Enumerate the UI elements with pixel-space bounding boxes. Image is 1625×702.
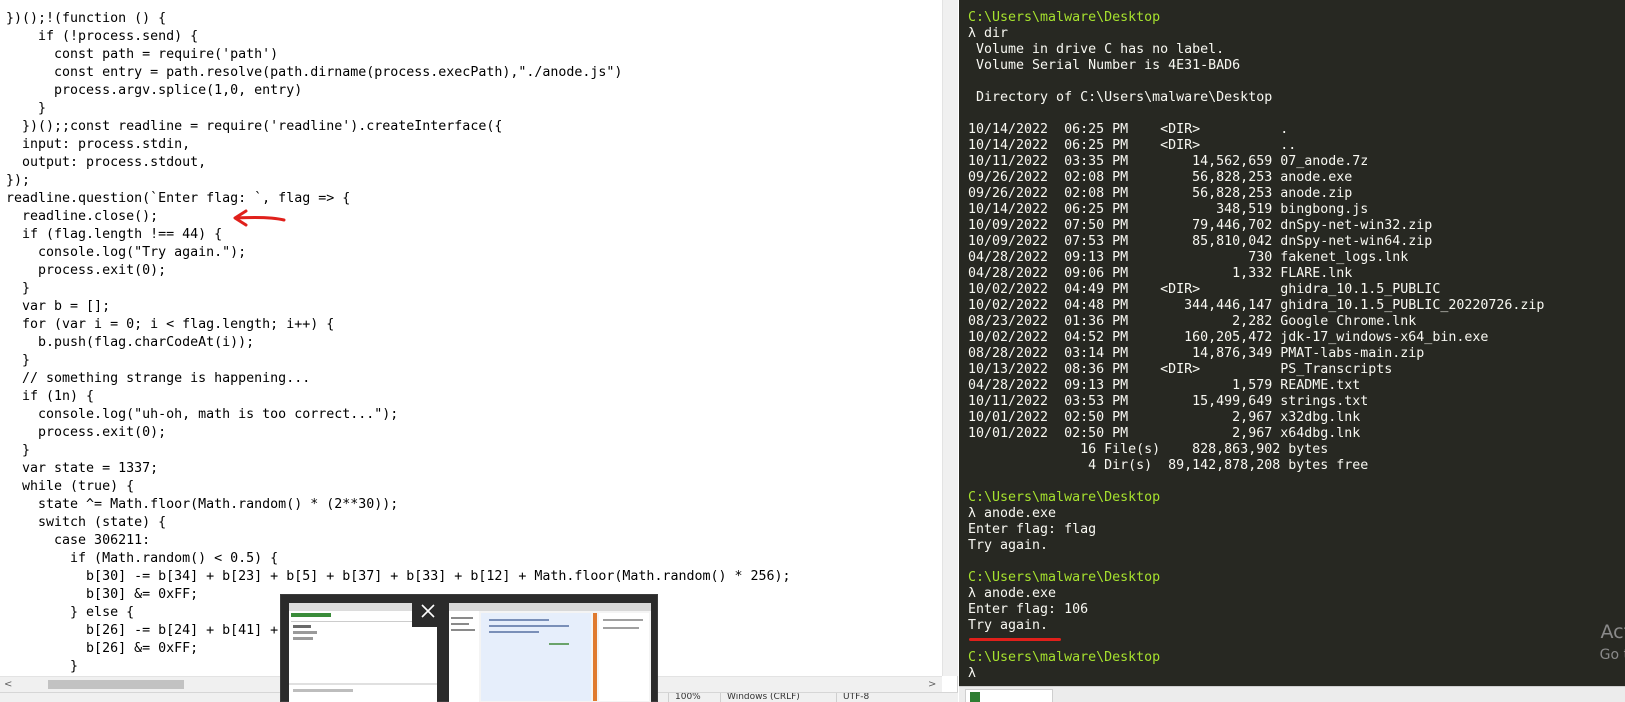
- code-line: }: [6, 443, 31, 458]
- terminal-output-line: 16 File(s) 828,863,902 bytes: [968, 442, 1329, 457]
- taskbar-thumbnail-preview: [280, 594, 658, 702]
- code-line: if (!process.send) {: [6, 29, 199, 44]
- code-line: console.log("uh-oh, math is too correct.…: [6, 407, 399, 422]
- terminal-output-line: 10/09/2022 07:53 PM 85,810,042 dnSpy-net…: [968, 234, 1433, 249]
- code-line: for (var i = 0; i < flag.length; i++) {: [6, 317, 335, 332]
- terminal-output-line: Try again.: [968, 538, 1049, 553]
- code-line: switch (state) {: [6, 515, 167, 530]
- terminal-prompt-path: C:\Users\malware\Desktop: [968, 570, 1161, 585]
- terminal-output-line: 10/14/2022 06:25 PM <DIR> .: [968, 122, 1289, 137]
- terminal-output-line: 10/14/2022 06:25 PM 348,519 bingbong.js: [968, 202, 1369, 217]
- status-encoding: UTF-8: [836, 693, 869, 702]
- thumbnail-close-button[interactable]: [412, 595, 444, 627]
- terminal-output-line: Enter flag: 106: [968, 602, 1089, 617]
- terminal-output-line: 10/01/2022 02:50 PM 2,967 x64dbg.lnk: [968, 426, 1361, 441]
- code-line: readline.question(`Enter flag: `, flag =…: [6, 191, 351, 206]
- terminal-output-line: 04/28/2022 09:06 PM 1,332 FLARE.lnk: [968, 266, 1353, 281]
- red-underline-annotation: [969, 638, 1061, 641]
- terminal-output-line: Volume in drive C has no label.: [968, 42, 1225, 57]
- terminal-output-line: 4 Dir(s) 89,142,878,208 bytes free: [968, 458, 1369, 473]
- terminal-output-line: 10/11/2022 03:35 PM 14,562,659 07_anode.…: [968, 154, 1369, 169]
- terminal-output-line: 10/14/2022 06:25 PM <DIR> ..: [968, 138, 1297, 153]
- activate-windows-watermark: Act: [1600, 621, 1625, 643]
- scroll-right-arrow[interactable]: >: [928, 677, 936, 693]
- terminal-output: C:\Users\malware\Desktop λ dir Volume in …: [968, 10, 1625, 682]
- terminal-output-line: Enter flag: flag: [968, 522, 1097, 537]
- code-line: }: [6, 281, 31, 296]
- terminal-icon: [970, 692, 980, 702]
- terminal-output-line: 04/28/2022 09:13 PM 1,579 README.txt: [968, 378, 1361, 393]
- terminal-tab[interactable]: [965, 689, 1053, 702]
- terminal-output-line: 10/02/2022 04:49 PM <DIR> ghidra_10.1.5_…: [968, 282, 1441, 297]
- terminal-output-line: 08/28/2022 03:14 PM 14,876,349 PMAT-labs…: [968, 346, 1425, 361]
- code-line: b.push(flag.charCodeAt(i));: [6, 335, 255, 350]
- code-line: process.argv.splice(1,0, entry): [6, 83, 303, 98]
- code-line: });: [6, 173, 31, 188]
- code-line: input: process.stdin,: [6, 137, 191, 152]
- activate-windows-watermark-sub: Go t: [1599, 647, 1625, 663]
- terminal-output-line: 10/09/2022 07:50 PM 79,446,702 dnSpy-net…: [968, 218, 1433, 233]
- terminal-command: λ: [968, 666, 977, 681]
- code-area[interactable]: })();!(function () { if (!process.send) …: [0, 0, 942, 676]
- terminal-prompt-path: C:\Users\malware\Desktop: [968, 10, 1161, 25]
- thumbnail-window-2-content: [449, 603, 651, 702]
- code-line: if (flag.length !== 44) {: [6, 227, 223, 242]
- terminal-command: λ anode.exe: [968, 586, 1057, 601]
- code-line: }: [6, 353, 31, 368]
- code-line: if (1n) {: [6, 389, 95, 404]
- terminal-output-line: 10/02/2022 04:52 PM 160,205,472 jdk-17_w…: [968, 330, 1489, 345]
- code-line: const path = require('path'): [6, 47, 279, 62]
- code-line: case 306211:: [6, 533, 151, 548]
- terminal-window[interactable]: C:\Users\malware\Desktop λ dir Volume in …: [959, 0, 1625, 686]
- code-line: process.exit(0);: [6, 263, 167, 278]
- terminal-output-line: 09/26/2022 02:08 PM 56,828,253 anode.exe: [968, 170, 1353, 185]
- code-line: readline.close();: [6, 209, 159, 224]
- status-zoom: 100%: [668, 693, 701, 702]
- code-line: // something strange is happening...: [6, 371, 311, 386]
- terminal-output-line: 04/28/2022 09:13 PM 730 fakenet_logs.lnk: [968, 250, 1409, 265]
- code-line: var state = 1337;: [6, 461, 159, 476]
- terminal-output-line: 08/23/2022 01:36 PM 2,282 Google Chrome.…: [968, 314, 1417, 329]
- terminal-prompt-path: C:\Users\malware\Desktop: [968, 650, 1161, 665]
- vertical-scrollbar[interactable]: [942, 0, 958, 676]
- terminal-output-line: 10/01/2022 02:50 PM 2,967 x32dbg.lnk: [968, 410, 1361, 425]
- terminal-prompt-path: C:\Users\malware\Desktop: [968, 490, 1161, 505]
- code-line: const entry = path.resolve(path.dirname(…: [6, 65, 623, 80]
- code-line: console.log("Try again.");: [6, 245, 247, 260]
- code-line: b[30] -= b[34] + b[23] + b[5] + b[37] + …: [6, 569, 791, 584]
- thumbnail-window-2[interactable]: [449, 603, 651, 702]
- code-line: if (Math.random() < 0.5) {: [6, 551, 279, 566]
- terminal-output-line: 10/13/2022 08:36 PM <DIR> PS_Transcripts: [968, 362, 1393, 377]
- terminal-output-line: Directory of C:\Users\malware\Desktop: [968, 90, 1273, 105]
- terminal-output-line: 10/11/2022 03:53 PM 15,499,649 strings.t…: [968, 394, 1369, 409]
- code-line: })();;const readline = require('readline…: [6, 119, 503, 134]
- code-line: var b = [];: [6, 299, 111, 314]
- terminal-output-line: 09/26/2022 02:08 PM 56,828,253 anode.zip: [968, 186, 1353, 201]
- horizontal-scroll-thumb[interactable]: [48, 680, 184, 689]
- code-line: })();!(function () {: [6, 11, 167, 26]
- code-line: state ^= Math.floor(Math.random() * (2**…: [6, 497, 399, 512]
- terminal-command: λ anode.exe: [968, 506, 1057, 521]
- code-line: process.exit(0);: [6, 425, 167, 440]
- terminal-output-line: 10/02/2022 04:48 PM 344,446,147 ghidra_1…: [968, 298, 1545, 313]
- status-line-ending: Windows (CRLF): [720, 693, 800, 702]
- red-arrow-annotation: [233, 209, 286, 227]
- close-icon: [421, 604, 435, 618]
- terminal-command: λ dir: [968, 26, 1009, 41]
- code-line: while (true) {: [6, 479, 135, 494]
- terminal-output-line: Volume Serial Number is 4E31-BAD6: [968, 58, 1241, 73]
- scroll-left-arrow[interactable]: <: [4, 677, 12, 693]
- terminal-tab-bar: [959, 686, 1625, 702]
- terminal-output-line: Try again.: [968, 618, 1049, 633]
- code-line: output: process.stdout,: [6, 155, 207, 170]
- code-line: }: [6, 101, 47, 116]
